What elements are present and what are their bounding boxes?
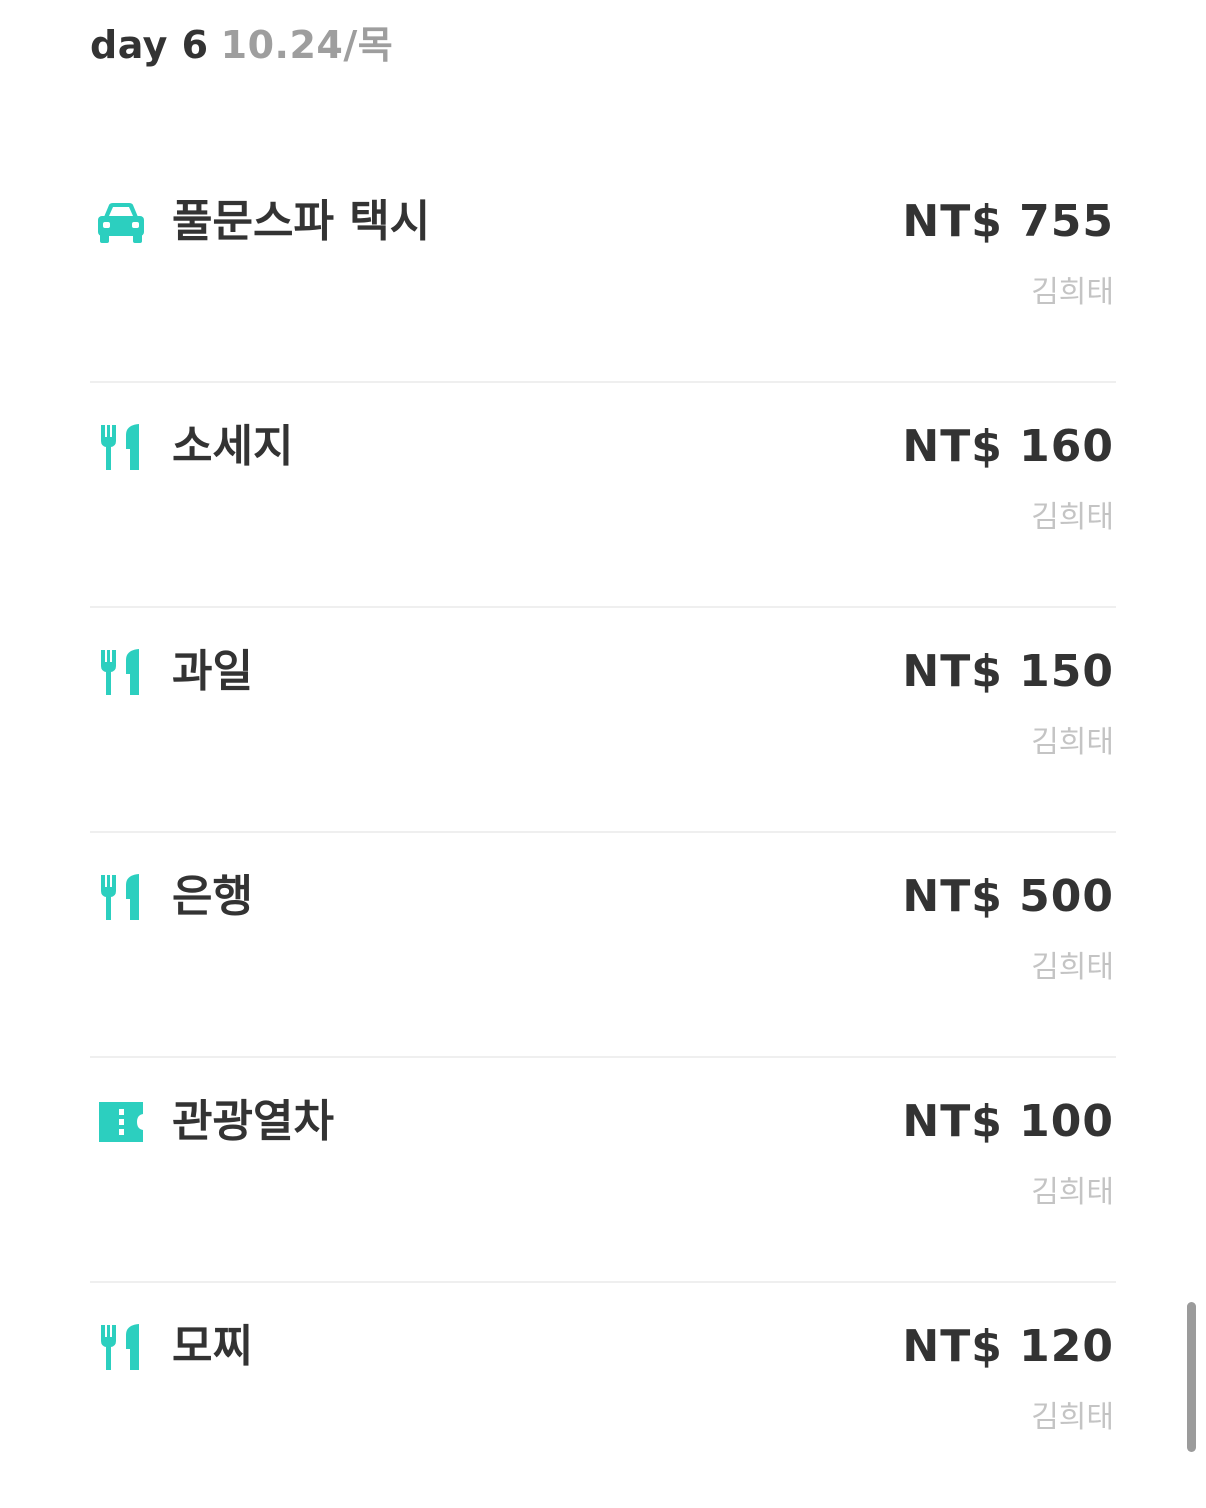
expense-item[interactable]: 은행 NT$ 500 김희태 bbox=[90, 833, 1116, 1058]
fork-knife-icon bbox=[96, 647, 146, 697]
expense-title: 풀문스파 택시 bbox=[172, 196, 431, 247]
expense-amount: NT$ 120 bbox=[902, 1321, 1114, 1372]
expense-payer: 김희태 bbox=[1031, 725, 1114, 760]
expense-amount: NT$ 150 bbox=[902, 646, 1114, 697]
expense-amount: NT$ 100 bbox=[902, 1096, 1114, 1147]
expense-payer: 김희태 bbox=[1031, 1400, 1114, 1435]
expense-title: 과일 bbox=[172, 646, 253, 697]
expense-item[interactable]: 모찌 NT$ 120 김희태 bbox=[90, 1283, 1116, 1508]
fork-knife-icon bbox=[96, 1322, 146, 1372]
expense-amount: NT$ 755 bbox=[902, 196, 1114, 247]
ticket-icon bbox=[96, 1097, 146, 1147]
expense-title: 관광열차 bbox=[172, 1096, 334, 1147]
expense-payer: 김희태 bbox=[1031, 275, 1114, 310]
fork-knife-icon bbox=[96, 872, 146, 922]
expense-item[interactable]: 풀문스파 택시 NT$ 755 김희태 bbox=[90, 158, 1116, 383]
expense-payer: 김희태 bbox=[1031, 1175, 1114, 1210]
day-header: day 6 10.24/목 bbox=[90, 14, 393, 67]
car-icon bbox=[96, 197, 146, 247]
expense-payer: 김희태 bbox=[1031, 950, 1114, 985]
expense-amount: NT$ 500 bbox=[902, 871, 1114, 922]
expense-title: 소세지 bbox=[172, 421, 294, 472]
expense-item[interactable]: 소세지 NT$ 160 김희태 bbox=[90, 383, 1116, 608]
day-label: day 6 bbox=[90, 23, 209, 67]
expense-item[interactable]: 관광열차 NT$ 100 김희태 bbox=[90, 1058, 1116, 1283]
day-date: 10.24/목 bbox=[220, 23, 394, 67]
expense-title: 은행 bbox=[172, 871, 253, 922]
expense-item[interactable]: 과일 NT$ 150 김희태 bbox=[90, 608, 1116, 833]
fork-knife-icon bbox=[96, 422, 146, 472]
expense-title: 모찌 bbox=[172, 1321, 253, 1372]
expense-payer: 김희태 bbox=[1031, 500, 1114, 535]
expense-amount: NT$ 160 bbox=[902, 421, 1114, 472]
scrollbar[interactable] bbox=[1187, 1302, 1196, 1452]
